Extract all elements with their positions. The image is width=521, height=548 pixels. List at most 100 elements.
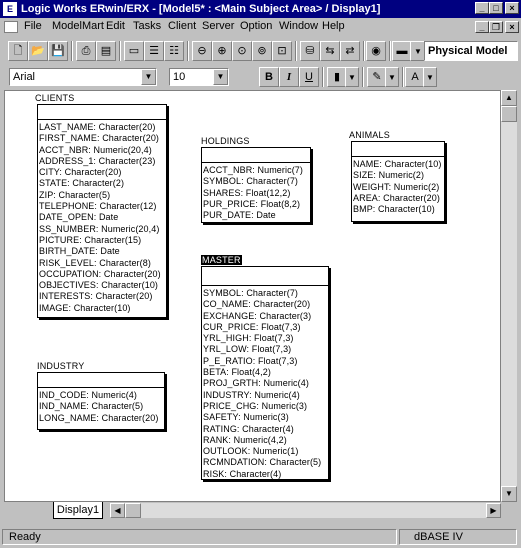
pen-dropdown-icon[interactable]: ▼ <box>385 67 399 87</box>
entity-attribute[interactable]: IND_CODE: Numeric(4) <box>39 390 164 401</box>
fill-dropdown-icon[interactable]: ▼ <box>345 67 359 87</box>
menu-option[interactable]: Option <box>240 20 272 32</box>
entity-attribute[interactable]: CITY: Character(20) <box>39 167 166 178</box>
close-button[interactable]: × <box>505 2 519 14</box>
entity-attribute[interactable]: INTERESTS: Character(20) <box>39 291 166 302</box>
entity-attribute[interactable]: RISK_LEVEL: Character(8) <box>39 258 166 269</box>
entity-attribute[interactable]: PROJ_GRTH: Numeric(4) <box>203 378 328 389</box>
scroll-thumb[interactable] <box>501 106 517 122</box>
entity-attribute[interactable]: STATE: Character(2) <box>39 178 166 189</box>
entity-attribute[interactable]: SAFETY: Numeric(3) <box>203 412 328 423</box>
scroll-right-icon[interactable]: ▶ <box>486 503 501 518</box>
tab-display1[interactable]: Display1 <box>53 502 103 519</box>
fill-color-icon[interactable]: ▮ <box>327 67 347 87</box>
minimize-button[interactable]: _ <box>475 2 489 14</box>
font-size-combo[interactable]: 10 ▼ <box>169 68 229 86</box>
entity-attribute[interactable]: WEIGHT: Numeric(2) <box>353 182 444 193</box>
menu-tasks[interactable]: Tasks <box>133 20 161 32</box>
open-folder-icon[interactable]: 📂 <box>28 41 48 61</box>
entity-attribute[interactable]: YRL_LOW: Float(7,3) <box>203 344 328 355</box>
entity-attribute[interactable]: NAME: Character(10) <box>353 159 444 170</box>
menu-server[interactable]: Server <box>202 20 234 32</box>
entity-attribute[interactable]: CO_NAME: Character(20) <box>203 299 328 310</box>
entity-attribute[interactable]: BIRTH_DATE: Date <box>39 246 166 257</box>
menu-file[interactable]: File <box>24 20 42 32</box>
print-icon[interactable]: ⎙ <box>76 41 96 61</box>
text-color-dropdown-icon[interactable]: ▼ <box>423 67 437 87</box>
entity-attribute[interactable]: OBJECTIVES: Character(10) <box>39 280 166 291</box>
entity-attribute[interactable]: DATE_OPEN: Date <box>39 212 166 223</box>
entity-attribute[interactable]: FIRST_NAME: Character(20) <box>39 133 166 144</box>
database-icon[interactable]: ⛁ <box>300 41 320 61</box>
font-name-combo[interactable]: Arial ▼ <box>9 68 157 86</box>
entity-attribute[interactable]: PRICE_CHG: Numeric(3) <box>203 401 328 412</box>
chevron-down-icon[interactable]: ▼ <box>213 69 228 85</box>
entity-box[interactable]: IND_CODE: Numeric(4) IND_NAME: Character(… <box>37 372 165 430</box>
italic-button[interactable]: I <box>279 67 299 87</box>
entity-attribute[interactable]: LAST_NAME: Character(20) <box>39 122 166 133</box>
report-icon[interactable]: ▤ <box>96 41 116 61</box>
zoom-page-icon[interactable]: ⊚ <box>252 41 272 61</box>
entity-attribute[interactable]: IND_NAME: Character(5) <box>39 401 164 412</box>
doc-close-button[interactable]: × <box>505 21 519 33</box>
entity-attribute[interactable]: SYMBOL: Character(7) <box>203 176 310 187</box>
entity-attribute[interactable]: RISK: Character(4) <box>203 469 328 480</box>
entity-attribute[interactable]: PICTURE: Character(15) <box>39 235 166 246</box>
save-icon[interactable]: 💾 <box>48 41 68 61</box>
entity-attribute[interactable]: ZIP: Character(5) <box>39 190 166 201</box>
entity-attribute[interactable]: SIZE: Numeric(2) <box>353 170 444 181</box>
complete-compare-icon[interactable]: ◉ <box>366 41 386 61</box>
erwin-app-icon[interactable]: E <box>3 2 17 16</box>
entity-attribute[interactable]: PUR_PRICE: Float(8,2) <box>203 199 310 210</box>
text-color-icon[interactable]: A <box>405 67 425 87</box>
chevron-down-icon[interactable]: ▼ <box>141 69 156 85</box>
entity-attribute[interactable]: LONG_NAME: Character(20) <box>39 413 164 424</box>
zoom-fit-icon[interactable]: ⊙ <box>232 41 252 61</box>
entity-attribute[interactable]: SS_NUMBER: Numeric(20,4) <box>39 224 166 235</box>
entity-attribute[interactable]: ACCT_NBR: Numeric(7) <box>203 165 310 176</box>
entity-attribute[interactable]: RCMNDATION: Character(5) <box>203 457 328 468</box>
zoom-in-icon[interactable]: ⊕ <box>212 41 232 61</box>
doc-restore-button[interactable]: ❐ <box>489 21 503 33</box>
entity-attribute[interactable]: SHARES: Float(12,2) <box>203 188 310 199</box>
entity-attribute[interactable]: BMP: Character(10) <box>353 204 444 215</box>
scroll-up-icon[interactable]: ▲ <box>501 90 517 106</box>
entity-attribute[interactable]: ADDRESS_1: Character(23) <box>39 156 166 167</box>
horizontal-scrollbar[interactable]: ◀ ▶ <box>110 503 501 518</box>
menu-edit[interactable]: Edit <box>106 20 125 32</box>
reverse-engineer-icon[interactable]: ⇆ <box>320 41 340 61</box>
menu-modelmart[interactable]: ModelMart <box>52 20 104 32</box>
entity-box[interactable]: SYMBOL: Character(7) CO_NAME: Character(2… <box>201 266 329 480</box>
pen-color-icon[interactable]: ✎ <box>367 67 387 87</box>
entity-box[interactable]: LAST_NAME: Character(20) FIRST_NAME: Char… <box>37 104 167 318</box>
definition-display-icon[interactable]: ☷ <box>164 41 184 61</box>
attribute-display-icon[interactable]: ☰ <box>144 41 164 61</box>
zoom-window-icon[interactable]: ⊡ <box>272 41 292 61</box>
model-view-icon[interactable]: ▬ <box>392 41 412 61</box>
entity-attribute[interactable]: PUR_DATE: Date <box>203 210 310 221</box>
scroll-left-icon[interactable]: ◀ <box>110 503 125 518</box>
entity-attribute[interactable]: IMAGE: Character(10) <box>39 303 166 314</box>
entity-attribute[interactable]: OCCUPATION: Character(20) <box>39 269 166 280</box>
menu-help[interactable]: Help <box>322 20 345 32</box>
forward-engineer-icon[interactable]: ⇄ <box>340 41 360 61</box>
entity-box[interactable]: NAME: Character(10) SIZE: Numeric(2) WEIGH… <box>351 141 445 222</box>
maximize-button[interactable]: □ <box>489 2 503 14</box>
bold-button[interactable]: B <box>259 67 279 87</box>
entity-attribute[interactable]: AREA: Character(20) <box>353 193 444 204</box>
doc-minimize-button[interactable]: _ <box>475 21 489 33</box>
zoom-out-icon[interactable]: ⊖ <box>192 41 212 61</box>
entity-attribute[interactable]: P_E_RATIO: Float(7,3) <box>203 356 328 367</box>
underline-button[interactable]: U <box>299 67 319 87</box>
entity-box[interactable]: ACCT_NBR: Numeric(7) SYMBOL: Character(7)… <box>201 147 311 223</box>
entity-attribute[interactable]: EXCHANGE: Character(3) <box>203 311 328 322</box>
entity-attribute[interactable]: BETA: Float(4,2) <box>203 367 328 378</box>
entity-attribute[interactable]: TELEPHONE: Character(12) <box>39 201 166 212</box>
scroll-down-icon[interactable]: ▼ <box>501 486 517 502</box>
menu-client[interactable]: Client <box>168 20 196 32</box>
entity-attribute[interactable]: RANK: Numeric(4,2) <box>203 435 328 446</box>
document-icon[interactable] <box>4 21 18 33</box>
entity-attribute[interactable]: INDUSTRY: Numeric(4) <box>203 390 328 401</box>
entity-attribute[interactable]: ACCT_NBR: Numeric(20,4) <box>39 145 166 156</box>
entity-attribute[interactable]: CUR_PRICE: Float(7,3) <box>203 322 328 333</box>
